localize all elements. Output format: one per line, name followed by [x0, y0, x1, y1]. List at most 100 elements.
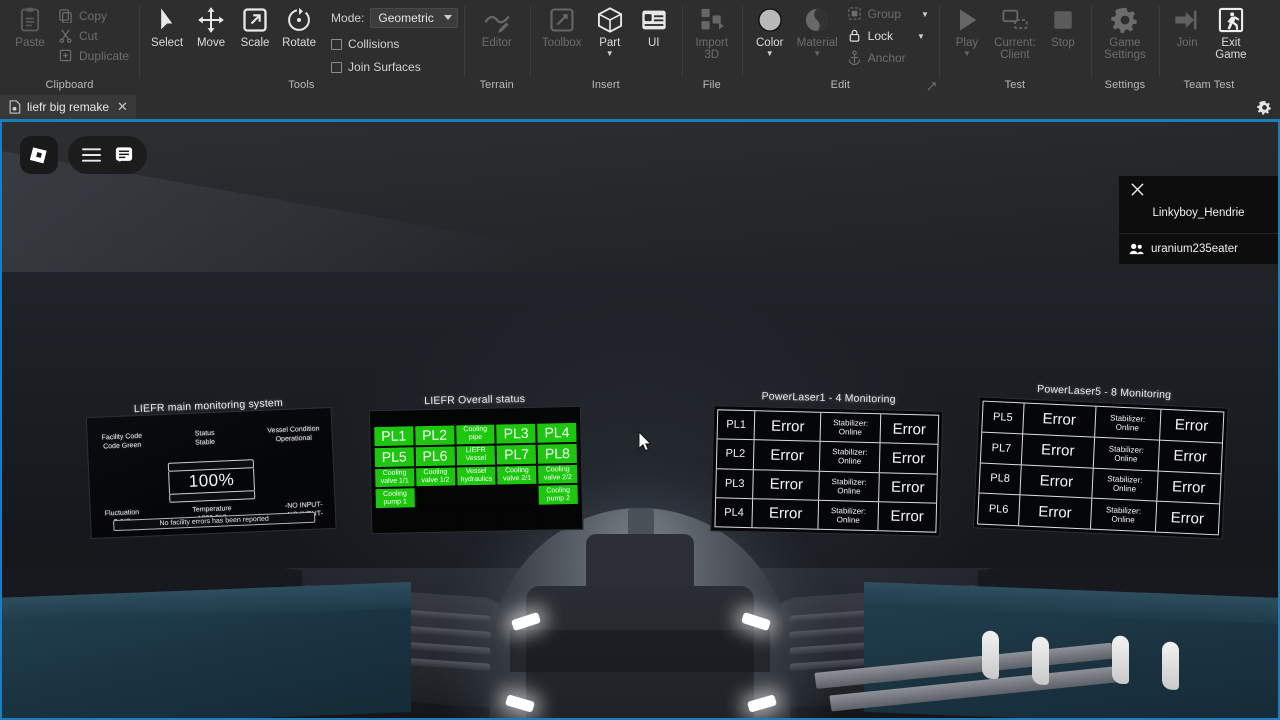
cut-icon [59, 29, 72, 43]
monitor-screen: Facility Code Code Green Status Stable V… [85, 406, 337, 540]
edit-group-expand-icon[interactable] [927, 82, 936, 91]
group-label-terrain: Terrain [479, 79, 514, 91]
lever-bank[interactable] [814, 604, 1278, 718]
laser-status2-cell: Error [1173, 447, 1208, 466]
lock-button[interactable]: Lock ▼ [843, 28, 933, 43]
group-button[interactable]: Group ▼ [843, 6, 933, 21]
join-label: Join [1176, 37, 1198, 49]
color-label: Color [756, 37, 784, 49]
group-label-team-test: Team Test [1183, 79, 1235, 91]
laser-status-cell: Error [752, 498, 820, 529]
material-dropdown-caret[interactable]: ▼ [813, 50, 821, 58]
select-tool-button[interactable]: Select [145, 2, 189, 49]
part-button[interactable]: Part ▼ [588, 2, 632, 58]
copy-button[interactable]: Copy [54, 8, 133, 23]
play-button[interactable]: Play ▼ [945, 2, 989, 58]
copy-label: Copy [79, 8, 108, 23]
stabilizer-cell: Stabilizer: Online [820, 442, 881, 472]
join-surfaces-checkbox-row[interactable]: Join Surfaces [331, 60, 458, 74]
status-cell-3: PL3 [496, 423, 536, 444]
move-tool-button[interactable]: Move [189, 2, 233, 49]
group-dropdown-caret[interactable]: ▼ [921, 10, 929, 18]
mode-dropdown[interactable]: Geometric [370, 8, 458, 28]
roblox-menu-button[interactable] [20, 136, 58, 174]
play-icon [959, 9, 977, 31]
join-surfaces-checkbox[interactable] [331, 61, 343, 73]
tools-options: Mode: Geometric Collisions Join Surfaces [321, 2, 458, 74]
monitor-main-monitoring: LIEFR main monitoring system Facility Co… [79, 395, 342, 542]
status-value: Stable [195, 438, 216, 447]
exit-game-button[interactable]: Exit Game [1209, 2, 1253, 61]
duplicate-button[interactable]: Duplicate [54, 48, 133, 63]
material-button[interactable]: Material ▼ [792, 2, 843, 58]
collisions-checkbox[interactable] [331, 38, 343, 50]
laser-status-cell: Error [1023, 403, 1097, 437]
ribbon-group-team-test: Join Exit Game Team Test [1158, 0, 1259, 95]
terrain-editor-button[interactable]: Editor [470, 2, 524, 49]
join-button[interactable]: Join [1165, 2, 1209, 49]
monitor-powerlaser-1-4: PowerLaser1 - 4 Monitoring PL1 Error Stabi… [704, 389, 949, 539]
status-cell-19: Cooling pump 2 [538, 485, 578, 505]
toolbox-label: Toolbox [541, 37, 582, 49]
hamburger-menu-icon[interactable] [82, 148, 101, 162]
notification-player-row[interactable]: uranium235eater [1119, 233, 1278, 264]
status-cell-17 [457, 486, 497, 507]
import-3d-button[interactable]: Import 3D [688, 2, 736, 61]
color-button[interactable]: Color ▼ [748, 2, 792, 58]
anchor-button[interactable]: Anchor [843, 50, 933, 65]
status-cell-8: PL7 [497, 444, 537, 465]
anchor-icon [848, 50, 860, 65]
status-cell-0: PL1 [374, 426, 414, 446]
ui-label: UI [648, 37, 660, 49]
chat-icon[interactable] [115, 146, 133, 164]
group-label-file: File [702, 79, 721, 91]
copy-icon [59, 9, 72, 23]
exit-game-label: Exit Game [1215, 37, 1247, 61]
toolbox-icon [550, 8, 574, 32]
stabilizer-cell: Stabilizer: Online [1092, 468, 1159, 501]
material-sphere-icon [806, 8, 829, 32]
roblox-logo-icon [29, 147, 47, 164]
anchor-label: Anchor [867, 50, 906, 65]
ribbon-group-clipboard: Paste Copy Cut Duplicate Clipboard [0, 0, 139, 95]
laser-status-cell: Error [754, 440, 821, 471]
ribbon-group-insert: Toolbox Part ▼ UI Insert [529, 0, 682, 95]
status-cell-24 [539, 506, 579, 526]
3d-viewport[interactable]: LIEFR main monitoring system Facility Co… [0, 119, 1280, 720]
laser-status2-cell: Error [892, 420, 927, 439]
collisions-checkbox-row[interactable]: Collisions [331, 37, 458, 51]
powerlaser-table: PL5 Error Stabilizer: Online Error PL7 Error St… [977, 400, 1225, 536]
laser-status2-cell: Error [891, 449, 926, 468]
laser-id-cell: PL2 [716, 439, 755, 469]
lock-dropdown-caret[interactable]: ▼ [917, 32, 925, 40]
monitor-powerlaser-5-8: PowerLaser5 - 8 Monitoring PL5 Error Stabi… [967, 380, 1236, 544]
stop-button[interactable]: Stop [1041, 2, 1085, 49]
laser-id-cell: PL1 [717, 410, 756, 440]
game-settings-label: Game Settings [1104, 37, 1146, 61]
color-dropdown-caret[interactable]: ▼ [766, 50, 774, 58]
cut-button[interactable]: Cut [54, 28, 133, 43]
stabilizer-cell: Stabilizer: Online [818, 500, 879, 531]
ribbon-group-terrain: Editor Terrain [463, 0, 530, 95]
rotate-tool-button[interactable]: Rotate [277, 2, 321, 49]
tab-bar-settings-button[interactable] [1257, 95, 1280, 119]
play-dropdown-caret[interactable]: ▼ [963, 50, 971, 58]
toolbox-button[interactable]: Toolbox [536, 2, 588, 49]
tab-liefr-big-remake[interactable]: liefr big remake ✕ [0, 95, 136, 119]
current-client-button[interactable]: Current: Client [989, 2, 1041, 61]
laser-status2-cell: Error [890, 478, 925, 497]
paste-button[interactable]: Paste [6, 2, 54, 49]
collisions-label: Collisions [348, 37, 400, 51]
status-cell-6: PL6 [415, 446, 455, 466]
tab-close-button[interactable]: ✕ [117, 99, 128, 115]
ui-button[interactable]: UI [632, 2, 676, 49]
status-cell-20 [375, 509, 416, 530]
notification-close-button[interactable] [1119, 176, 1278, 201]
facility-code-value: Code Green [103, 441, 142, 451]
game-settings-button[interactable]: Game Settings [1097, 2, 1153, 61]
tab-title: liefr big remake [27, 100, 110, 114]
scale-tool-button[interactable]: Scale [233, 2, 277, 49]
status-cell-18 [497, 486, 538, 506]
part-dropdown-caret[interactable]: ▼ [606, 50, 614, 58]
ribbon-toolbar: Paste Copy Cut Duplicate Clipboard Selec… [0, 0, 1280, 95]
